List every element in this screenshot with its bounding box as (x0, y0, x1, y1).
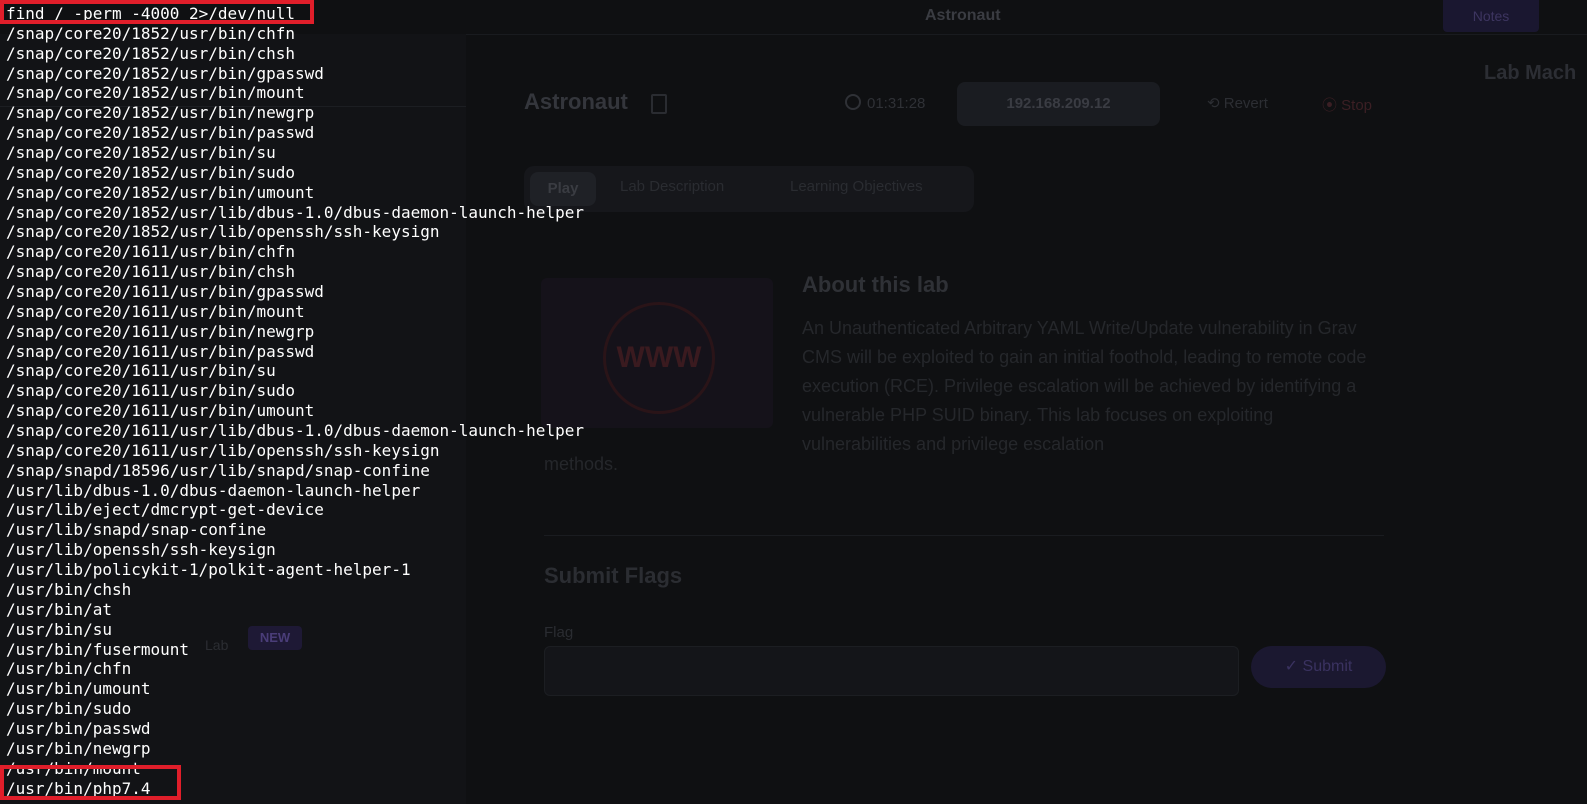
terminal-line: /snap/core20/1852/usr/bin/gpasswd (6, 63, 324, 83)
right-panel-title: Lab Mach (1484, 62, 1577, 84)
globe-icon: WWW (603, 302, 715, 414)
terminal-line: /snap/core20/1611/usr/bin/newgrp (6, 321, 315, 341)
terminal-line: /snap/snapd/18596/usr/lib/snapd/snap-con… (6, 460, 430, 480)
terminal-line: /usr/bin/su (6, 619, 112, 639)
terminal-line: /snap/core20/1852/usr/bin/newgrp (6, 103, 315, 123)
about-title: About this lab (802, 272, 949, 297)
tab-lab-description[interactable]: Lab Description (620, 178, 724, 195)
terminal-line: /usr/lib/dbus-1.0/dbus-daemon-launch-hel… (6, 480, 421, 500)
lab-timer: 01:31:28 (845, 94, 925, 112)
terminal-line: /snap/core20/1611/usr/bin/gpasswd (6, 282, 324, 302)
terminal-line: /snap/core20/1852/usr/bin/umount (6, 182, 315, 202)
terminal-line: /usr/bin/at (6, 599, 112, 619)
terminal-line: /usr/lib/openssh/ssh-keysign (6, 540, 276, 560)
timer-value: 01:31:28 (867, 95, 926, 112)
submit-button[interactable]: ✓ Submit (1251, 646, 1386, 688)
notes-button[interactable]: Notes (1443, 0, 1539, 32)
stop-button[interactable]: ⦿ Stop (1322, 94, 1372, 115)
clock-icon (845, 94, 861, 110)
refresh-icon: ⟲ (1207, 95, 1224, 112)
terminal-line: /snap/core20/1852/usr/bin/sudo (6, 162, 295, 182)
terminal-line: /snap/core20/1611/usr/bin/umount (6, 401, 315, 421)
tab-bar: Play Lab Description Learning Objectives (524, 166, 974, 212)
revert-button[interactable]: ⟲ Revert (1207, 94, 1268, 112)
terminal-output: find / -perm -4000 2>/dev/null /snap/cor… (6, 4, 584, 798)
terminal-line: /snap/core20/1611/usr/bin/chfn (6, 242, 295, 262)
terminal-line: /snap/core20/1611/usr/bin/passwd (6, 341, 315, 361)
flag-input[interactable] (544, 646, 1239, 696)
stop-label: Stop (1341, 97, 1373, 114)
screenshot-area: Astronaut Notes Lab NEW Lab Mach Astrona… (0, 0, 1587, 804)
bookmark-icon[interactable] (651, 94, 667, 114)
ip-address-box[interactable]: 192.168.209.12 (957, 82, 1160, 126)
terminal-line: /usr/lib/snapd/snap-confine (6, 520, 267, 540)
terminal-line: /usr/bin/newgrp (6, 738, 151, 758)
check-icon: ✓ (1284, 658, 1303, 675)
highlight-box-command (0, 0, 314, 24)
about-description: An Unauthenticated Arbitrary YAML Write/… (802, 318, 1367, 454)
terminal-line: /usr/bin/umount (6, 679, 151, 699)
terminal-line: /usr/bin/sudo (6, 699, 132, 719)
terminal-line: /snap/core20/1611/usr/lib/openssh/ssh-ke… (6, 440, 440, 460)
terminal-line: /usr/bin/chsh (6, 579, 132, 599)
terminal-line: /snap/core20/1852/usr/bin/chsh (6, 43, 295, 63)
terminal-line: /usr/bin/passwd (6, 718, 151, 738)
tab-learning-objectives[interactable]: Learning Objectives (790, 178, 923, 195)
terminal-line: /snap/core20/1852/usr/bin/su (6, 143, 276, 163)
terminal-line: /usr/lib/policykit-1/polkit-agent-helper… (6, 560, 411, 580)
terminal-line: /snap/core20/1852/usr/bin/mount (6, 83, 305, 103)
terminal-line: /snap/core20/1852/usr/lib/openssh/ssh-ke… (6, 222, 440, 242)
terminal-line: /snap/core20/1611/usr/bin/mount (6, 301, 305, 321)
terminal-line: /snap/core20/1611/usr/lib/dbus-1.0/dbus-… (6, 421, 584, 441)
highlight-box-php-binary (0, 765, 181, 800)
section-divider (544, 535, 1384, 536)
revert-label: Revert (1223, 95, 1268, 112)
terminal-line: /snap/core20/1611/usr/bin/sudo (6, 381, 295, 401)
terminal-line: /snap/core20/1852/usr/bin/chfn (6, 23, 295, 43)
window-title: Astronaut (925, 7, 1001, 24)
terminal-line: /snap/core20/1611/usr/bin/chsh (6, 262, 295, 282)
terminal-line: /usr/bin/chfn (6, 659, 132, 679)
terminal-line: /snap/core20/1852/usr/lib/dbus-1.0/dbus-… (6, 202, 584, 222)
terminal-line: /snap/core20/1611/usr/bin/su (6, 361, 276, 381)
terminal-line: /snap/core20/1852/usr/bin/passwd (6, 123, 315, 143)
submit-label: Submit (1302, 658, 1353, 675)
terminal-line: /usr/lib/eject/dmcrypt-get-device (6, 500, 324, 520)
terminal-line: /usr/bin/fusermount (6, 639, 190, 659)
stop-icon: ⦿ (1322, 97, 1342, 114)
